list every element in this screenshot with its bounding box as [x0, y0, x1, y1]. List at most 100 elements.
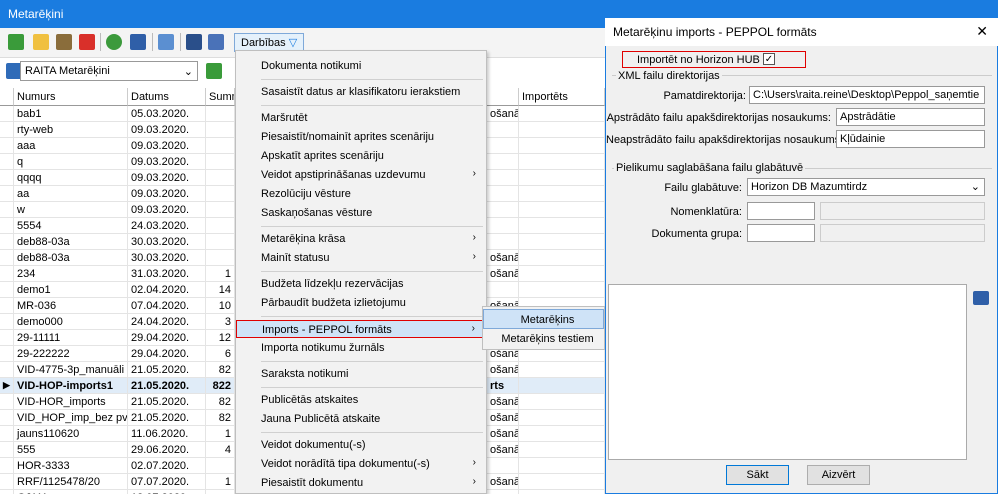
- row-selector-icon[interactable]: [0, 458, 14, 474]
- cell-sum: 1: [206, 426, 235, 442]
- menu-item[interactable]: Maršrutēt: [236, 109, 486, 127]
- menu-item[interactable]: Piesaistīt/nomainīt aprites scenāriju: [236, 128, 486, 146]
- document-group-label: Dokumenta grupa:: [651, 228, 743, 240]
- submenu-item[interactable]: Metarēķins testiem: [483, 329, 604, 349]
- row-selector-icon[interactable]: [0, 234, 14, 250]
- add-register-icon[interactable]: [206, 63, 222, 79]
- cell-number: VID-HOR_imports: [14, 394, 128, 410]
- row-selector-icon[interactable]: [0, 138, 14, 154]
- menu-item[interactable]: Mainīt statusu ›: [236, 249, 486, 267]
- nomenclature-input[interactable]: [747, 202, 815, 220]
- menu-divider: [261, 316, 483, 317]
- cell-imported: [519, 218, 605, 234]
- menu-item[interactable]: Saraksta notikumi: [236, 365, 486, 383]
- grid-view-icon[interactable]: [186, 34, 202, 50]
- print-icon[interactable]: [973, 291, 989, 305]
- row-selector-icon[interactable]: [0, 106, 14, 122]
- row-selector-icon[interactable]: [0, 202, 14, 218]
- cell-number: demo1: [14, 282, 128, 298]
- storage-select[interactable]: Horizon DB Mazumtirdz ⌄: [747, 178, 985, 196]
- edit-icon[interactable]: [33, 34, 49, 50]
- hub-checkbox-row[interactable]: Importēt no Horizon HUB ✓: [622, 51, 806, 68]
- cell-status: [487, 154, 519, 170]
- cell-status: [487, 458, 519, 474]
- row-selector-icon[interactable]: [0, 410, 14, 426]
- import-log-area[interactable]: [608, 284, 967, 460]
- row-selector-icon[interactable]: [0, 490, 14, 494]
- document-group-input[interactable]: [747, 224, 815, 242]
- menu-item[interactable]: Veidot apstiprināšanas uzdevumu ›: [236, 166, 486, 184]
- cell-sum: [206, 106, 235, 122]
- menu-item[interactable]: Dokumenta notikumi: [236, 57, 486, 75]
- delete-icon[interactable]: [79, 34, 95, 50]
- row-selector-icon[interactable]: [0, 298, 14, 314]
- row-selector-icon[interactable]: [0, 346, 14, 362]
- menu-item-label: Veidot apstiprināšanas uzdevumu: [261, 169, 426, 181]
- cell-date: 02.04.2020.: [128, 282, 206, 298]
- cell-status: [487, 282, 519, 298]
- view-icon[interactable]: [56, 34, 72, 50]
- row-selector-icon[interactable]: [0, 474, 14, 490]
- register-select-value: RAITA Metarēķini: [25, 65, 110, 77]
- cell-imported: [519, 266, 605, 282]
- cell-number: deb88-03a: [14, 250, 128, 266]
- menu-item[interactable]: Publicētās atskaites: [236, 391, 486, 409]
- toolbar-divider: [152, 33, 153, 51]
- row-selector-icon[interactable]: [0, 282, 14, 298]
- menu-item[interactable]: Piesaistīt dokumentu ›: [236, 474, 486, 492]
- submenu-item[interactable]: Metarēķins: [483, 309, 604, 329]
- menu-item[interactable]: Rezolūciju vēsture: [236, 185, 486, 203]
- menu-item[interactable]: Budžeta līdzekļu rezervācijas: [236, 275, 486, 293]
- print-icon[interactable]: [130, 34, 146, 50]
- cell-imported: [519, 362, 605, 378]
- tree-view-icon[interactable]: [208, 34, 224, 50]
- column-header-number[interactable]: Numurs: [14, 88, 128, 106]
- document-group-name-field: [820, 224, 985, 242]
- row-selector-icon[interactable]: [0, 442, 14, 458]
- row-selector-icon[interactable]: [0, 154, 14, 170]
- row-selector-icon[interactable]: [0, 266, 14, 282]
- row-selector-icon[interactable]: [0, 426, 14, 442]
- close-button[interactable]: Aizvērt: [807, 465, 870, 485]
- start-button[interactable]: Sākt: [726, 465, 789, 485]
- row-selector-icon[interactable]: [0, 122, 14, 138]
- menu-item[interactable]: Jauna Publicētā atskaite: [236, 410, 486, 428]
- row-selector-icon[interactable]: [0, 362, 14, 378]
- menu-item-label: Maršrutēt: [261, 112, 308, 124]
- row-selector-icon[interactable]: [0, 314, 14, 330]
- refresh-icon[interactable]: [106, 34, 122, 50]
- menu-item[interactable]: Metarēķina krāsa ›: [236, 230, 486, 248]
- cell-status: ošanā: [487, 394, 519, 410]
- cell-status: [487, 170, 519, 186]
- column-header-sum[interactable]: Summ: [206, 88, 235, 106]
- columns-icon[interactable]: [158, 34, 174, 50]
- processed-dir-input[interactable]: Apstrādātie: [836, 108, 985, 126]
- menu-item[interactable]: Saskaņošanas vēsture: [236, 204, 486, 222]
- row-selector-icon[interactable]: [0, 170, 14, 186]
- hub-checkbox[interactable]: ✓: [763, 53, 775, 65]
- menu-item[interactable]: Veidot norādītā tipa dokumentu(-s) ›: [236, 455, 486, 473]
- menu-item[interactable]: Imports - PEPPOL formāts ›: [236, 320, 486, 338]
- unprocessed-dir-input[interactable]: Kļūdainie: [836, 130, 985, 148]
- menu-item[interactable]: Pārbaudīt budžeta izlietojumu: [236, 294, 486, 312]
- row-selector-icon[interactable]: ▶: [0, 378, 14, 394]
- close-icon[interactable]: ✕: [976, 23, 988, 40]
- row-selector-icon[interactable]: [0, 250, 14, 266]
- menu-item[interactable]: Importa notikumu žurnāls: [236, 339, 486, 357]
- menu-item[interactable]: Apskatīt aprites scenāriju: [236, 147, 486, 165]
- row-selector-icon[interactable]: [0, 394, 14, 410]
- menu-item-label: Jauna Publicētā atskaite: [261, 413, 381, 425]
- row-selector-icon[interactable]: [0, 186, 14, 202]
- menu-item[interactable]: Sasaistīt datus ar klasifikatoru ierakst…: [236, 83, 486, 101]
- register-select[interactable]: RAITA Metarēķini ⌄: [20, 61, 198, 81]
- cell-sum: 6: [206, 346, 235, 362]
- menu-item[interactable]: Veidot dokumentu(-s): [236, 436, 486, 454]
- row-selector-icon[interactable]: [0, 330, 14, 346]
- row-selector-icon[interactable]: [0, 218, 14, 234]
- column-header-date[interactable]: Datums: [128, 88, 206, 106]
- cell-number: w: [14, 202, 128, 218]
- base-dir-input[interactable]: C:\Users\raita.reine\Desktop\Peppol_saņe…: [749, 86, 985, 104]
- column-header-status[interactable]: [487, 88, 519, 106]
- column-header-imported[interactable]: Importēts: [519, 88, 605, 106]
- new-icon[interactable]: [8, 34, 24, 50]
